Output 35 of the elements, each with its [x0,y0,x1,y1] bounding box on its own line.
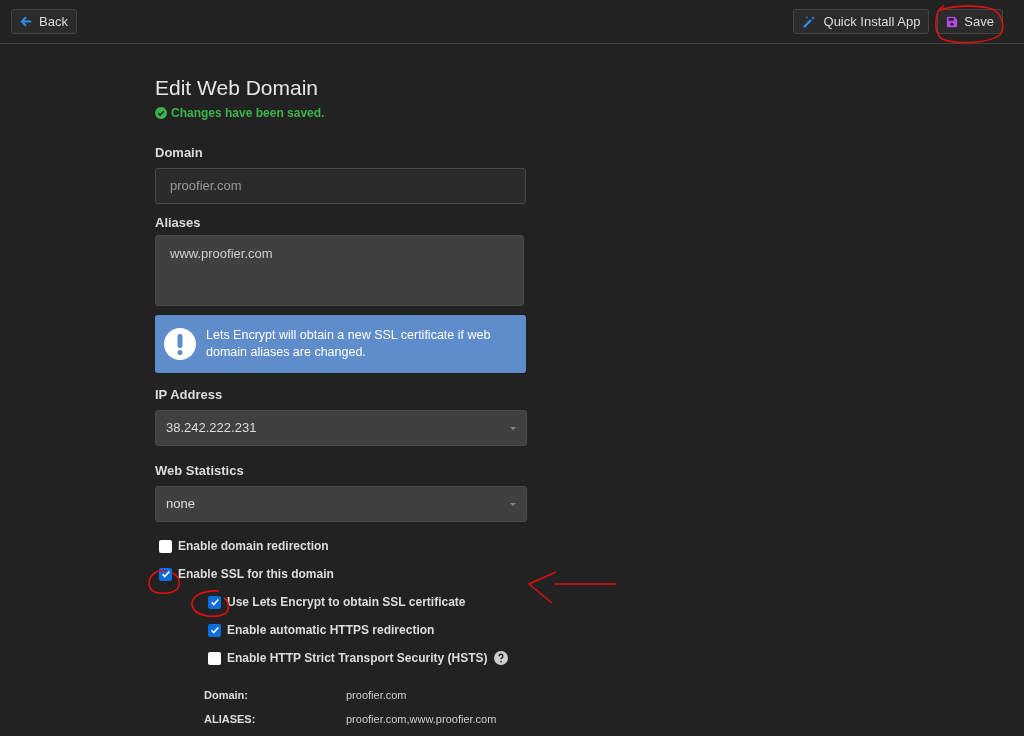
checkbox[interactable] [159,539,172,553]
check-circle-icon [155,107,167,119]
status-message: Changes have been saved. [171,105,325,122]
quick-install-button[interactable]: Quick Install App [792,9,930,34]
checkbox[interactable] [159,567,172,581]
magic-wand-icon [801,14,816,29]
page-title: Edit Web Domain [155,75,320,101]
checkbox[interactable] [208,623,221,637]
option-label: Enable SSL for this domain [178,566,334,583]
arrow-left-icon [20,15,33,28]
select-field[interactable]: 38.242.222.231 [155,410,527,446]
help-icon[interactable] [493,651,508,665]
option-label: Enable domain redirection [178,538,329,555]
field-label: Aliases [155,214,202,232]
field-label: Web Statistics [155,462,245,480]
field-label: Domain [155,144,204,162]
caret-icon [510,502,516,506]
alert-message: Lets Encrypt will obtain a new SSL certificate if web domain aliases are changed. [206,327,492,361]
detail-label: Domain: [204,688,249,703]
back-button[interactable]: Back [11,9,77,34]
option-label: Enable automatic HTTPS redirection [227,622,435,639]
detail-value: proofier.com,www.proofier.com [346,712,497,727]
option-label: Enable HTTP Strict Transport Security (HSTS) [227,650,488,667]
detail-value: proofier.com [346,688,407,703]
exclamation-circle-icon [164,328,196,360]
aliases-field[interactable]: www.proofier.com [155,235,524,306]
select-field[interactable]: none [155,486,527,522]
checkbox[interactable] [208,595,221,609]
detail-label: ALIASES: [204,712,257,727]
save-button[interactable]: Save [937,9,1003,34]
option-label: Use Lets Encrypt to obtain SSL certificate [227,594,466,611]
field-label: IP Address [155,386,224,404]
domain-field[interactable]: proofier.com [155,168,526,204]
caret-icon [510,426,516,430]
checkbox[interactable] [208,651,221,665]
